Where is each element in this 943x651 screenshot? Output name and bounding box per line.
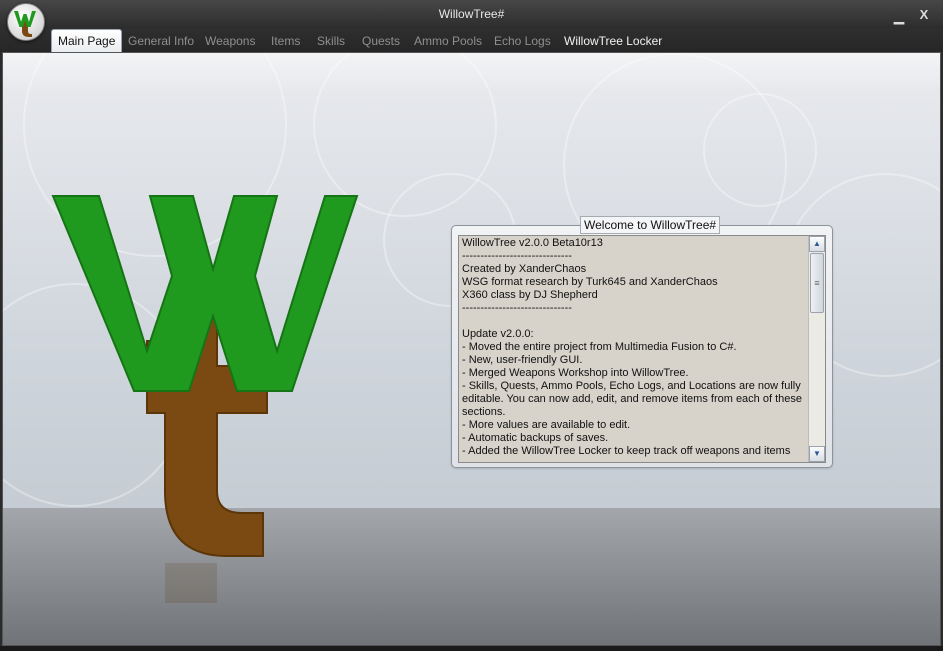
willowtree-big-logo [51,195,359,603]
text-line: ------------------------------ [462,302,572,314]
text-line: WillowTree v2.0.0 Beta10r13 [462,237,603,249]
scroll-up-arrow-icon[interactable]: ▲ [809,236,825,252]
scroll-down-arrow-icon[interactable]: ▼ [809,446,825,462]
welcome-group-title: Welcome to WillowTree# [580,216,721,234]
background-decoration [703,93,817,207]
willowtree-logo-icon[interactable] [7,3,45,41]
tab-items[interactable]: Items [265,31,306,52]
text-line: X360 class by DJ Shepherd [462,289,598,301]
welcome-group-box: Welcome to WillowTree# WillowTree v2.0.0… [451,216,833,468]
text-line: - Skills, Quests, Ammo Pools, Echo Logs,… [462,380,806,418]
tab-general-info[interactable]: General Info [122,31,200,52]
text-line: - More values are available to edit. [462,419,631,431]
tab-ammo-pools[interactable]: Ammo Pools [408,31,488,52]
welcome-text-content: WillowTree v2.0.0 Beta10r13 ------------… [462,237,808,458]
text-line: - New, user-friendly GUI. [462,354,583,366]
text-line: WSG format research by Turk645 and Xande… [462,276,718,288]
close-button[interactable]: X [916,8,932,22]
text-line: - Moved the entire project from Multimed… [462,341,737,353]
welcome-textbox[interactable]: WillowTree v2.0.0 Beta10r13 ------------… [458,235,826,463]
window-title: WillowTree# [438,7,505,21]
text-line: Created by XanderChaos [462,263,587,275]
title-bar[interactable]: WillowTree# ▁ X [0,0,943,28]
logo-reflection [165,563,217,603]
tab-strip: Main Page General Info Weapons Items Ski… [0,28,943,53]
minimize-button[interactable]: ▁ [891,10,907,24]
tab-main-page[interactable]: Main Page [51,29,123,53]
tab-skills[interactable]: Skills [311,31,351,52]
main-page-panel: Welcome to WillowTree# WillowTree v2.0.0… [2,52,941,646]
vertical-scrollbar[interactable]: ▲ ≡ ▼ [808,236,825,462]
text-line: - Merged Weapons Workshop into WillowTre… [462,367,689,379]
text-line: ------------------------------ [462,250,572,262]
tab-weapons[interactable]: Weapons [199,31,261,52]
tab-willowtree-locker[interactable]: WillowTree Locker [558,31,668,52]
text-line: - Added the WillowTree Locker to keep tr… [462,445,791,457]
willowtree-logo-icon-graphic [14,11,36,37]
window-bottom-border [0,646,943,651]
tab-echo-logs[interactable]: Echo Logs [488,31,557,52]
text-line: - Automatic backups of saves. [462,432,609,444]
text-line: Update v2.0.0: [462,328,534,340]
text-line [462,315,808,328]
app-window: WillowTree# ▁ X Main Page General Info W… [0,0,943,651]
scroll-thumb[interactable]: ≡ [810,253,824,313]
tab-quests[interactable]: Quests [356,31,406,52]
